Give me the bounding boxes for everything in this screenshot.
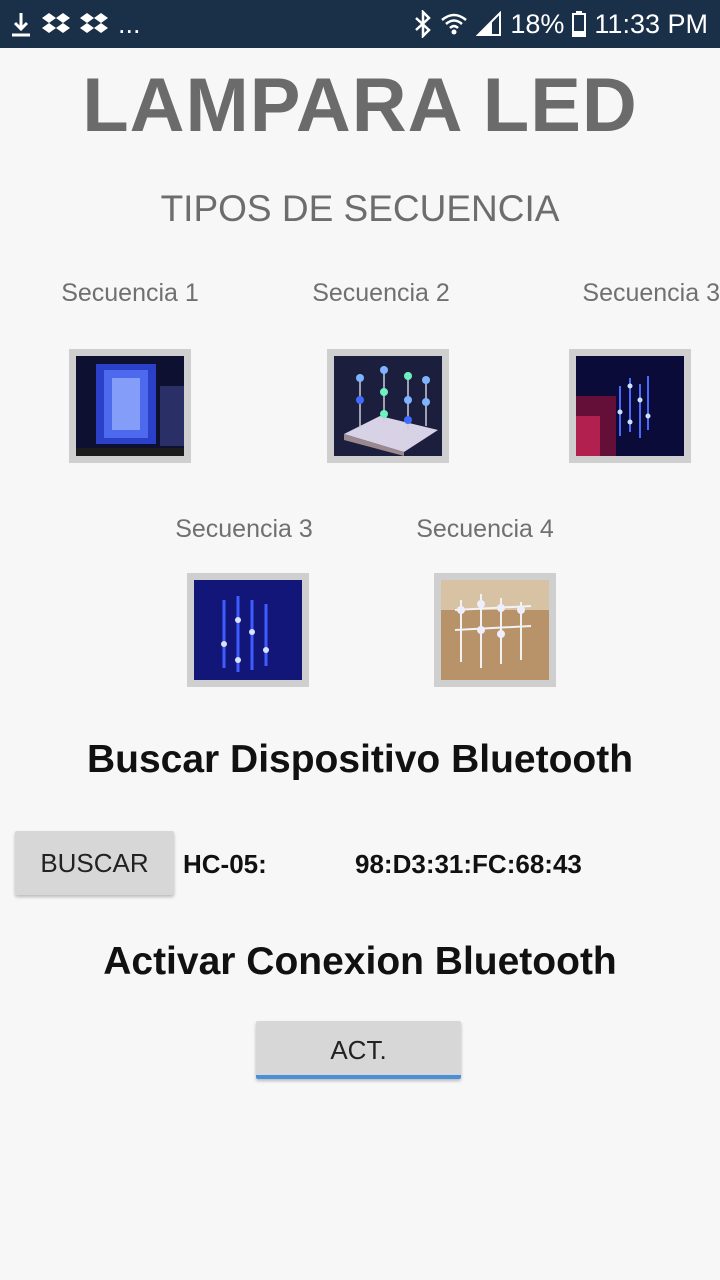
activate-bluetooth-title: Activar Conexion Bluetooth — [103, 940, 617, 983]
led-cube-image — [334, 356, 442, 456]
sequence-4-image-button[interactable] — [434, 573, 556, 687]
led-cube-image — [441, 580, 549, 680]
signal-icon — [476, 11, 502, 37]
dropbox-icon — [42, 11, 70, 37]
device-name: HC-05: — [183, 849, 267, 879]
led-cube-image — [194, 580, 302, 680]
battery-icon — [572, 11, 587, 37]
wifi-icon — [440, 11, 468, 37]
sequence-2-label: Secuencia 2 — [312, 279, 450, 307]
activate-button[interactable]: ACT. — [256, 1021, 461, 1079]
sequence-1-label: Secuencia 1 — [61, 279, 199, 307]
led-cube-image — [576, 356, 684, 456]
battery-percent: 18% — [510, 8, 565, 39]
status-bar: ... 18% 11:33 PM — [0, 0, 720, 48]
status-bar-left: ... — [10, 8, 141, 40]
device-address: 98:D3:31:FC:68:43 — [355, 849, 582, 879]
sequence-3-label: Secuencia 3 — [582, 279, 720, 307]
status-bar-right: 18% 11:33 PM — [414, 6, 708, 42]
clock: 11:33 PM — [594, 8, 708, 39]
sequence-2-image-button[interactable] — [327, 349, 449, 463]
search-button[interactable]: BUSCAR — [15, 831, 174, 895]
sequence-4-label: Secuencia 4 — [416, 515, 554, 543]
download-icon — [10, 10, 32, 38]
bluetooth-icon — [414, 10, 432, 38]
section-title: TIPOS DE SECUENCIA — [160, 188, 560, 229]
more-notifications: ... — [118, 8, 141, 39]
search-bluetooth-title: Buscar Dispositivo Bluetooth — [86, 738, 634, 781]
app-title: LAMPARA LED — [82, 63, 638, 148]
sequence-1-image-button[interactable] — [69, 349, 191, 463]
dropbox-icon — [80, 11, 108, 37]
sequence-3b-label: Secuencia 3 — [175, 515, 313, 543]
sequence-3b-image-button[interactable] — [187, 573, 309, 687]
sequence-3-image-button[interactable] — [569, 349, 691, 463]
led-cube-image — [76, 356, 184, 456]
